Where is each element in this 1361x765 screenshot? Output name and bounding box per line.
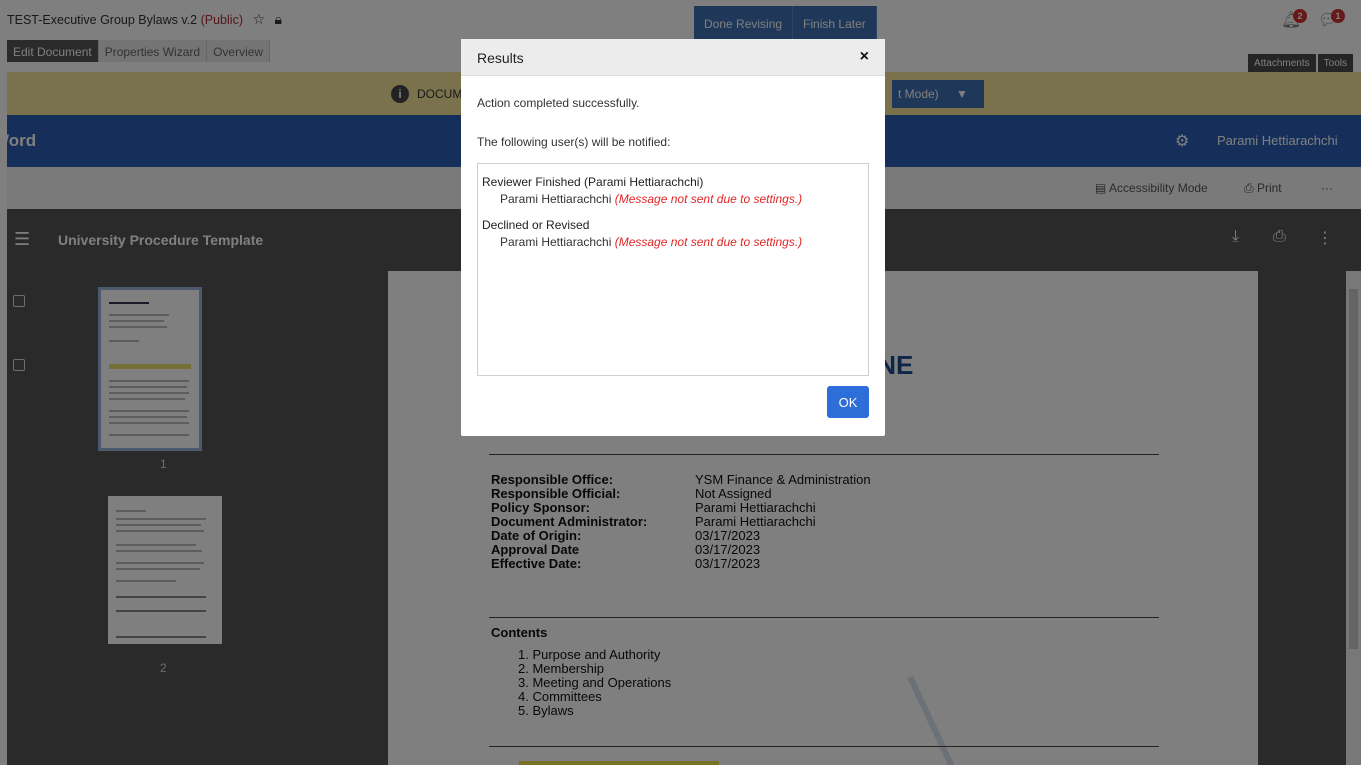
not-sent-note: (Message not sent due to settings.) — [614, 192, 803, 206]
close-icon[interactable]: × — [860, 48, 869, 66]
notification-group-title: Declined or Revised — [482, 218, 590, 232]
notify-label: The following user(s) will be notified: — [477, 135, 671, 149]
notification-user: Parami Hettiarachchi (Message not sent d… — [482, 235, 868, 249]
user-name: Parami Hettiarachchi — [500, 192, 612, 206]
ok-button[interactable]: OK — [827, 386, 869, 418]
user-name: Parami Hettiarachchi — [500, 235, 612, 249]
not-sent-note: (Message not sent due to settings.) — [614, 235, 803, 249]
notification-user: Parami Hettiarachchi (Message not sent d… — [482, 192, 868, 206]
notification-list[interactable]: Reviewer Finished (Parami Hettiarachchi)… — [477, 163, 869, 376]
notification-group-title: Reviewer Finished (Parami Hettiarachchi) — [482, 175, 704, 189]
success-message: Action completed successfully. — [477, 96, 640, 110]
dialog-header: Results × — [461, 39, 885, 76]
results-dialog: Results × Action completed successfully.… — [461, 39, 885, 436]
dialog-title: Results — [477, 50, 524, 66]
